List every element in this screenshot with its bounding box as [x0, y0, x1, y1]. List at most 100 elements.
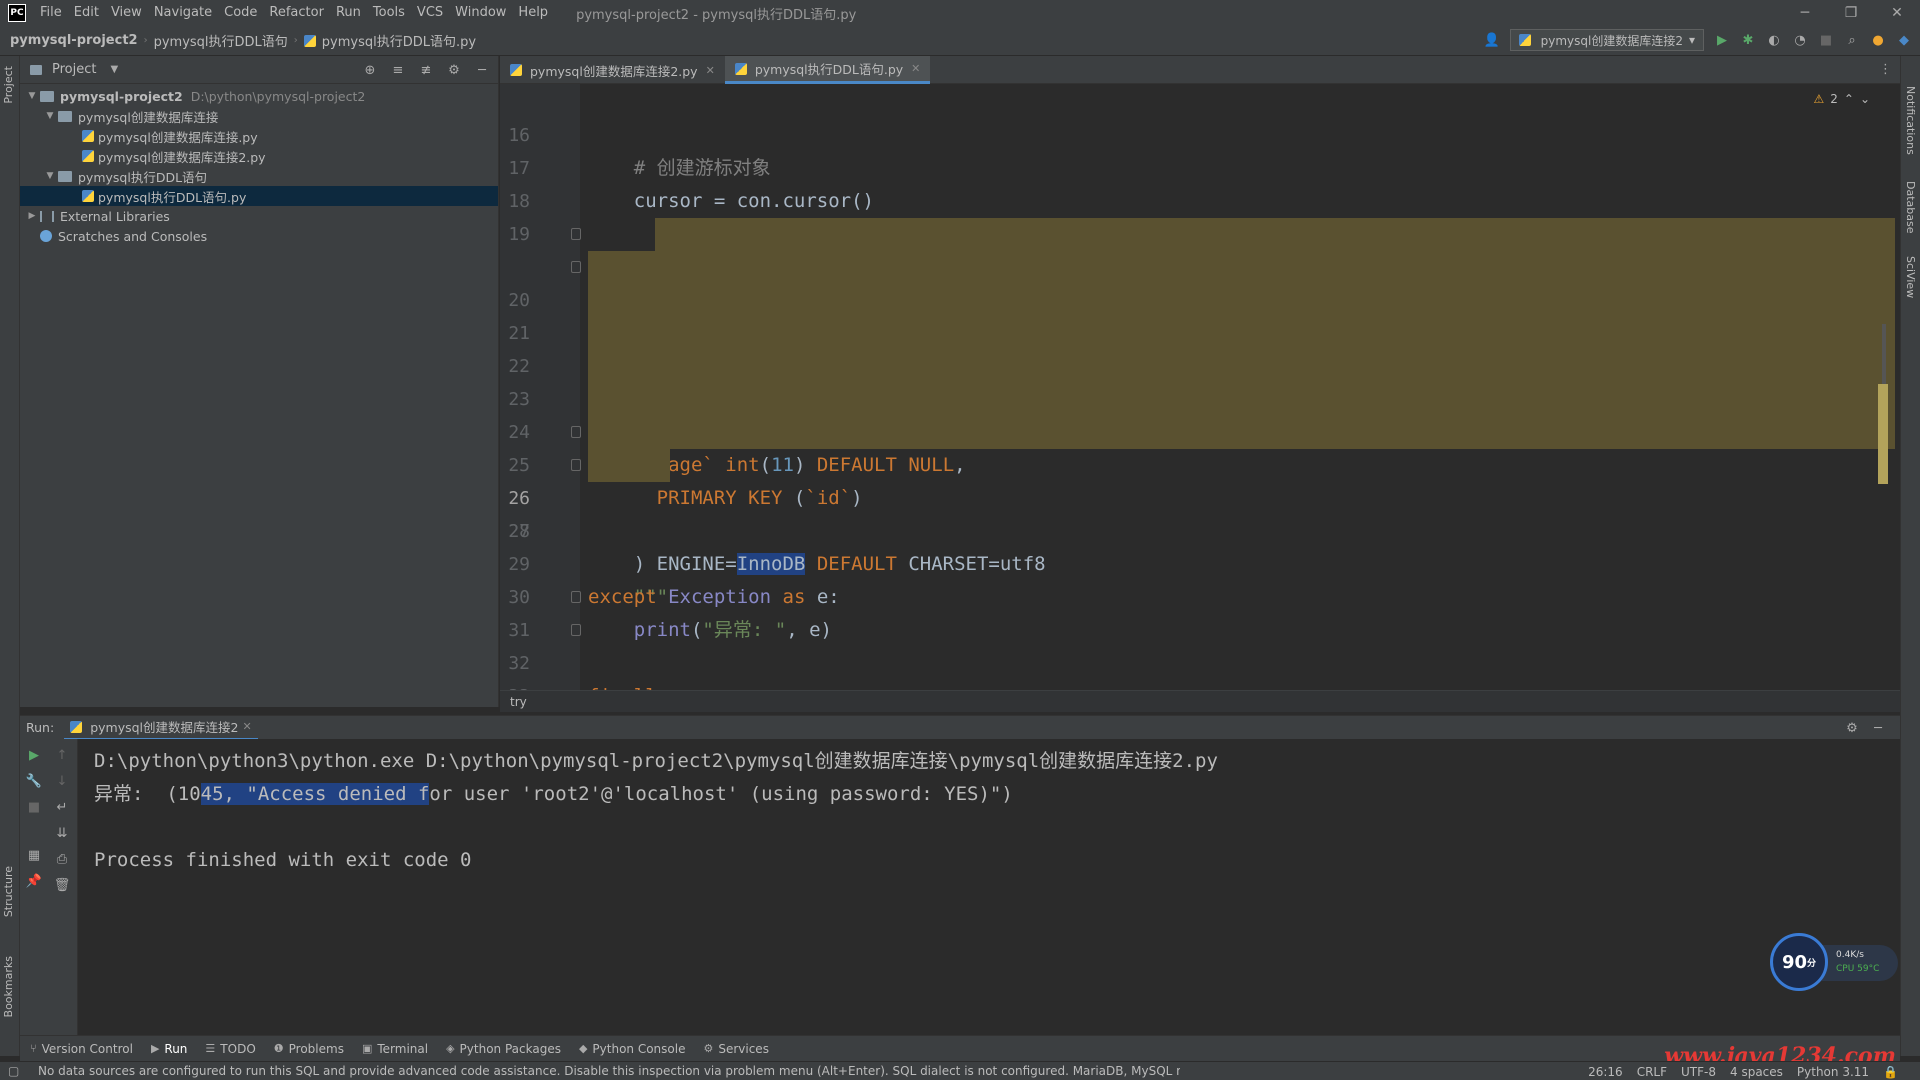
- branch-icon: ⑂: [30, 1042, 37, 1055]
- run-configuration-select[interactable]: pymysql创建数据库连接2 ▾: [1509, 29, 1704, 51]
- breadcrumb-project[interactable]: pymysql-project2: [0, 33, 144, 48]
- chevron-down-icon[interactable]: ▼: [42, 171, 58, 181]
- wrench-icon[interactable]: 🔧: [26, 773, 42, 789]
- run-icon[interactable]: ▶: [1714, 32, 1730, 48]
- tab-pymysql-connect2[interactable]: pymysql创建数据库连接2.py ✕: [500, 56, 725, 84]
- code-editor[interactable]: ⚠ 2 ⌃ ⌄ 16 # 创建游标对象 17 cursor = con.curs…: [500, 84, 1900, 690]
- python-interpreter[interactable]: Python 3.11: [1797, 1065, 1869, 1079]
- minimize-icon[interactable]: ─: [1782, 0, 1828, 26]
- chevron-down-icon[interactable]: ▼: [110, 64, 118, 75]
- code-breadcrumb[interactable]: try: [500, 690, 1900, 712]
- up-arrow-icon[interactable]: ↑: [54, 747, 70, 763]
- problems-button[interactable]: ❶ Problems: [274, 1042, 344, 1056]
- hide-icon[interactable]: ─: [1870, 720, 1886, 736]
- tree-item-file[interactable]: pymysql创建数据库连接2.py: [20, 146, 498, 166]
- gear-icon[interactable]: ⚙: [1844, 720, 1860, 736]
- debug-icon[interactable]: ✱: [1740, 32, 1756, 48]
- lock-icon[interactable]: 🔒: [1883, 1065, 1898, 1079]
- rerun-icon[interactable]: ▶: [26, 747, 42, 763]
- print-icon[interactable]: ⎙: [54, 851, 70, 867]
- chevron-down-icon[interactable]: ▼: [42, 111, 58, 121]
- menu-edit[interactable]: Edit: [68, 0, 105, 26]
- scroll-to-end-icon[interactable]: ⇊: [54, 825, 70, 841]
- pin-icon[interactable]: 📌: [26, 873, 42, 889]
- breadcrumb-file[interactable]: pymysql执行DDL语句.py: [320, 31, 482, 50]
- menu-view[interactable]: View: [105, 0, 148, 26]
- project-tool-button[interactable]: Project: [2, 66, 15, 104]
- close-tab-icon[interactable]: ✕: [911, 62, 920, 75]
- file-encoding[interactable]: UTF-8: [1681, 1065, 1716, 1079]
- fold-marker-icon[interactable]: [571, 459, 581, 471]
- ide-logo-icon[interactable]: ◆: [1896, 32, 1912, 48]
- menu-refactor[interactable]: Refactor: [263, 0, 330, 26]
- tree-item-scratches[interactable]: Scratches and Consoles: [20, 226, 498, 246]
- more-tabs-icon[interactable]: ⋮: [1879, 62, 1892, 77]
- layout-icon[interactable]: ▦: [26, 847, 42, 863]
- version-control-button[interactable]: ⑂ Version Control: [30, 1042, 133, 1056]
- python-console-button[interactable]: ◆ Python Console: [579, 1042, 686, 1056]
- database-tool-button[interactable]: Database: [1904, 181, 1917, 234]
- fold-marker-icon[interactable]: [571, 624, 581, 636]
- line-separator[interactable]: CRLF: [1637, 1065, 1667, 1079]
- services-button[interactable]: ⚙ Services: [703, 1042, 768, 1056]
- fold-marker-icon[interactable]: [571, 591, 581, 603]
- expand-all-icon[interactable]: ≡: [390, 62, 406, 78]
- notifications-tool-button[interactable]: Notifications: [1904, 86, 1917, 155]
- status-toggle-icon[interactable]: ▢: [8, 1064, 19, 1078]
- coverage-icon[interactable]: ◐: [1766, 32, 1782, 48]
- structure-tool-button[interactable]: Structure: [2, 866, 15, 917]
- profile-icon[interactable]: ◔: [1792, 32, 1808, 48]
- tree-item-external-libraries[interactable]: ▶ External Libraries: [20, 206, 498, 226]
- tree-item-file-selected[interactable]: pymysql执行DDL语句.py: [20, 186, 498, 206]
- indent-setting[interactable]: 4 spaces: [1730, 1065, 1783, 1079]
- tree-item-folder[interactable]: ▼ pymysql创建数据库连接: [20, 106, 498, 126]
- status-message[interactable]: No data sources are configured to run th…: [0, 1064, 1180, 1078]
- menu-window[interactable]: Window: [449, 0, 512, 26]
- fold-marker-icon[interactable]: [571, 228, 581, 240]
- trash-icon[interactable]: 🗑: [54, 877, 71, 893]
- close-tab-icon[interactable]: ✕: [242, 720, 251, 733]
- menu-tools[interactable]: Tools: [367, 0, 411, 26]
- menu-navigate[interactable]: Navigate: [148, 0, 218, 26]
- user-icon[interactable]: 👤: [1484, 32, 1500, 48]
- chevron-down-icon[interactable]: ▼: [24, 91, 40, 101]
- restore-icon[interactable]: ❐: [1828, 0, 1874, 26]
- scrollbar-highlight-marker[interactable]: [1878, 384, 1888, 484]
- close-icon[interactable]: ✕: [1874, 0, 1920, 26]
- fold-marker-icon[interactable]: [571, 426, 581, 438]
- tree-item-folder[interactable]: ▼ pymysql执行DDL语句: [20, 166, 498, 186]
- python-packages-button[interactable]: ◈ Python Packages: [446, 1042, 561, 1056]
- tree-item-file[interactable]: pymysql创建数据库连接.py: [20, 126, 498, 146]
- hide-icon[interactable]: ─: [474, 62, 490, 78]
- locate-icon[interactable]: ⊕: [362, 62, 378, 78]
- menu-vcs[interactable]: VCS: [411, 0, 449, 26]
- collapse-all-icon[interactable]: ≢: [418, 62, 434, 78]
- tab-pymysql-ddl[interactable]: pymysql执行DDL语句.py ✕: [724, 56, 931, 84]
- menu-help[interactable]: Help: [512, 0, 554, 26]
- menu-run[interactable]: Run: [330, 0, 367, 26]
- caret-position[interactable]: 26:16: [1588, 1065, 1623, 1079]
- project-view-title[interactable]: Project: [52, 62, 96, 77]
- soft-wrap-icon[interactable]: ↵: [54, 799, 70, 815]
- todo-button[interactable]: ☰ TODO: [205, 1042, 255, 1056]
- terminal-button[interactable]: ▣ Terminal: [362, 1042, 428, 1056]
- python-file-icon: [70, 720, 83, 733]
- breadcrumb-folder[interactable]: pymysql执行DDL语句: [148, 31, 294, 50]
- chevron-right-icon[interactable]: ▶: [24, 211, 40, 221]
- stop-icon[interactable]: ■: [26, 799, 42, 815]
- sciview-tool-button[interactable]: SciView: [1904, 256, 1917, 298]
- down-arrow-icon[interactable]: ↓: [54, 773, 70, 789]
- menu-file[interactable]: File: [34, 0, 68, 26]
- stop-icon[interactable]: ■: [1818, 32, 1834, 48]
- fold-marker-icon[interactable]: [571, 261, 581, 273]
- search-icon[interactable]: ⌕: [1844, 32, 1860, 48]
- run-console-output[interactable]: D:\python\python3\python.exe D:\python\p…: [78, 739, 1900, 1035]
- menu-code[interactable]: Code: [218, 0, 263, 26]
- tree-item-project-root[interactable]: ▼ pymysql-project2 D:\python\pymysql-pro…: [20, 86, 498, 106]
- run-tool-button[interactable]: ▶ Run: [151, 1042, 187, 1056]
- run-tab[interactable]: pymysql创建数据库连接2 ✕: [64, 716, 258, 740]
- update-icon[interactable]: ●: [1870, 32, 1886, 48]
- gear-icon[interactable]: ⚙: [446, 62, 462, 78]
- bookmarks-tool-button[interactable]: Bookmarks: [2, 956, 15, 1017]
- close-tab-icon[interactable]: ✕: [706, 64, 715, 77]
